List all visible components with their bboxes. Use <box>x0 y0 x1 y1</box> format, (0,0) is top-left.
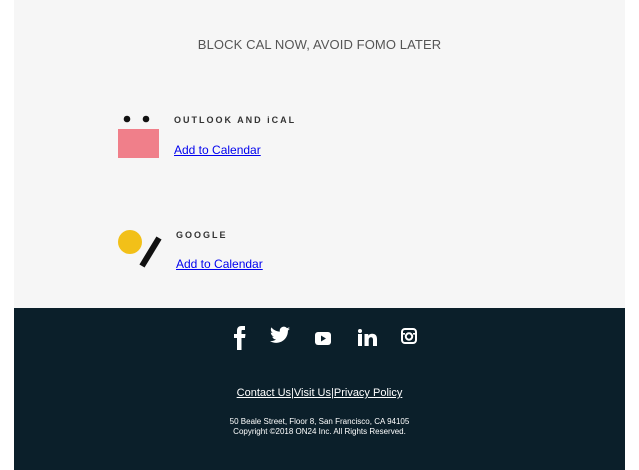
email-card: BLOCK CAL NOW, AVOID FOMO LATER OUTLOOK … <box>14 0 625 470</box>
privacy-policy-link[interactable]: Privacy Policy <box>334 387 402 399</box>
facebook-icon[interactable] <box>233 326 247 350</box>
google-label: GOOGLE <box>176 230 228 240</box>
footer-address-block: 50 Beale Street, Floor 8, San Francisco,… <box>14 417 625 437</box>
twitter-icon[interactable] <box>270 326 290 344</box>
footer-links: Contact Us|Visit Us|Privacy Policy <box>14 387 625 399</box>
google-calendar-icon <box>118 230 162 268</box>
contact-us-link[interactable]: Contact Us <box>237 387 291 399</box>
youtube-icon[interactable] <box>315 332 331 345</box>
google-add-to-calendar-link[interactable]: Add to Calendar <box>176 257 263 271</box>
headline: BLOCK CAL NOW, AVOID FOMO LATER <box>197 37 442 52</box>
outlook-add-to-calendar-link[interactable]: Add to Calendar <box>174 143 261 157</box>
outlook-label: OUTLOOK AND iCAL <box>174 115 297 125</box>
calendar-section: BLOCK CAL NOW, AVOID FOMO LATER OUTLOOK … <box>14 0 625 308</box>
instagram-icon[interactable] <box>401 328 417 344</box>
visit-us-link[interactable]: Visit Us <box>294 387 331 399</box>
linkedin-icon[interactable] <box>358 329 377 346</box>
street-address: 50 Beale Street, Floor 8, San Francisco,… <box>229 417 410 426</box>
copyright-text: Copyright ©2018 ON24 Inc. All Rights Res… <box>233 427 406 436</box>
social-icons <box>14 326 625 350</box>
footer: Contact Us|Visit Us|Privacy Policy 50 Be… <box>14 308 625 470</box>
outlook-calendar-icon <box>118 115 159 158</box>
